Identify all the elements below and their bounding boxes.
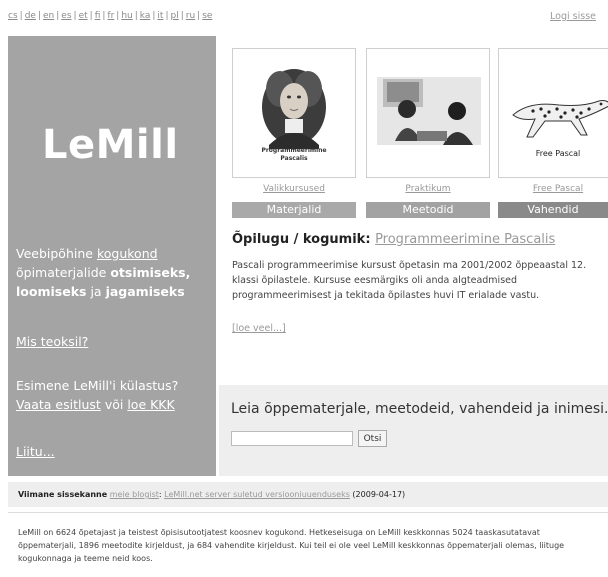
category-tools[interactable]: Vahendid [498, 202, 608, 218]
search-input[interactable] [231, 431, 353, 446]
language-separator: | [152, 11, 156, 21]
card-image-label-tools: Free Pascal [535, 149, 581, 158]
card-caption-tools[interactable]: Free Pascal [496, 184, 608, 194]
last-post-label: Viimane sissekanne [18, 490, 108, 499]
featured-card-materials[interactable]: Programmeerimine Pascalis [232, 48, 356, 178]
language-link-hu[interactable]: hu [121, 11, 132, 21]
featured-card-tools[interactable]: Free Pascal [498, 48, 608, 178]
language-link-es[interactable]: es [61, 11, 71, 21]
faq-link[interactable]: loe KKK [127, 397, 174, 412]
language-separator: | [37, 11, 41, 21]
language-separator: | [56, 11, 60, 21]
intro-share: jagamiseks [105, 284, 185, 299]
or-text: või [104, 397, 124, 412]
first-visit-label: Esimene LeMill'i külastus? [16, 378, 179, 393]
intro-and: ja [90, 284, 102, 299]
first-visit-text: Esimene LeMill'i külastus? Vaata esitlus… [16, 376, 212, 414]
footer-stats: LeMill on 6624 õpetajast ja teistest õpi… [8, 512, 608, 574]
language-link-et[interactable]: et [79, 11, 88, 21]
card-caption-materials[interactable]: Valikkursused [232, 184, 356, 194]
category-methods[interactable]: Meetodid [366, 202, 490, 218]
join-link[interactable]: Liitu... [16, 444, 55, 459]
whats-happening-link[interactable]: Mis teoksil? [16, 334, 88, 349]
logo: LeMill [42, 122, 179, 168]
feature-description: Pascali programmeerimise kursust õpetasi… [232, 260, 587, 301]
search-title: Leia õppematerjale, meetodeid, vahendeid… [231, 401, 608, 417]
card-image-label: Programmeerimine Pascalis [261, 147, 327, 162]
card-caption-methods[interactable]: Praktikum [366, 184, 490, 194]
feature-label: Õpilugu / kogumik: [232, 232, 371, 247]
featured-card-methods[interactable] [366, 48, 490, 178]
category-materials[interactable]: Materjalid [232, 202, 356, 218]
feature-title: Õpilugu / kogumik: Programmeerimine Pasc… [232, 232, 555, 247]
search-button[interactable]: Otsi [358, 430, 387, 447]
language-link-se[interactable]: se [202, 11, 212, 21]
language-link-pl[interactable]: pl [171, 11, 179, 21]
feature-link[interactable]: Programmeerimine Pascalis [375, 232, 555, 247]
language-separator: | [102, 11, 106, 21]
language-link-en[interactable]: en [43, 11, 54, 21]
sidebar: LeMill Veebipõhine kogukond õpimaterjali… [8, 36, 216, 476]
language-separator: | [134, 11, 138, 21]
read-more-link[interactable]: [loe veel...] [232, 323, 286, 334]
language-link-ru[interactable]: ru [186, 11, 195, 21]
intro-create: loomiseks [16, 284, 87, 299]
language-link-cs[interactable]: cs [8, 11, 18, 21]
language-separator: | [89, 11, 93, 21]
language-separator: | [116, 11, 120, 21]
language-link-fr[interactable]: fr [107, 11, 114, 21]
join-row: Liitu... [16, 442, 212, 461]
community-link[interactable]: kogukond [97, 246, 158, 261]
last-post-link[interactable]: LeMill.net server suletud versiooniuuend… [164, 490, 350, 499]
students-photo [377, 77, 481, 145]
language-link-it[interactable]: it [157, 11, 163, 21]
login-link[interactable]: Logi sisse [550, 11, 596, 22]
language-separator: | [165, 11, 169, 21]
intro-text: Veebipõhine kogukond õpimaterjalide otsi… [16, 244, 212, 301]
language-separator: | [197, 11, 201, 21]
language-link-ka[interactable]: ka [140, 11, 151, 21]
language-bar: cs | de | en | es | et | fi | fr | hu | ka | it | pl | ru | se [8, 11, 212, 21]
whats-up-row: Mis teoksil? [16, 332, 212, 351]
intro-mid: õpimaterjalide [16, 265, 107, 280]
blog-link[interactable]: meie blogist [110, 490, 159, 499]
language-link-fi[interactable]: fi [95, 11, 101, 21]
language-separator: | [73, 11, 77, 21]
intro-search: otsimiseks, [110, 265, 191, 280]
language-link-de[interactable]: de [25, 11, 36, 21]
language-separator: | [19, 11, 23, 21]
language-separator: | [180, 11, 184, 21]
search-panel: Leia õppematerjale, meetodeid, vahendeid… [219, 385, 608, 476]
presentation-link[interactable]: Vaata esitlust [16, 397, 101, 412]
last-post-date: (2009-04-17) [352, 490, 406, 499]
last-post-bar: Viimane sissekanne meie blogist: LeMill.… [8, 482, 608, 507]
intro-prefix: Veebipõhine [16, 246, 93, 261]
